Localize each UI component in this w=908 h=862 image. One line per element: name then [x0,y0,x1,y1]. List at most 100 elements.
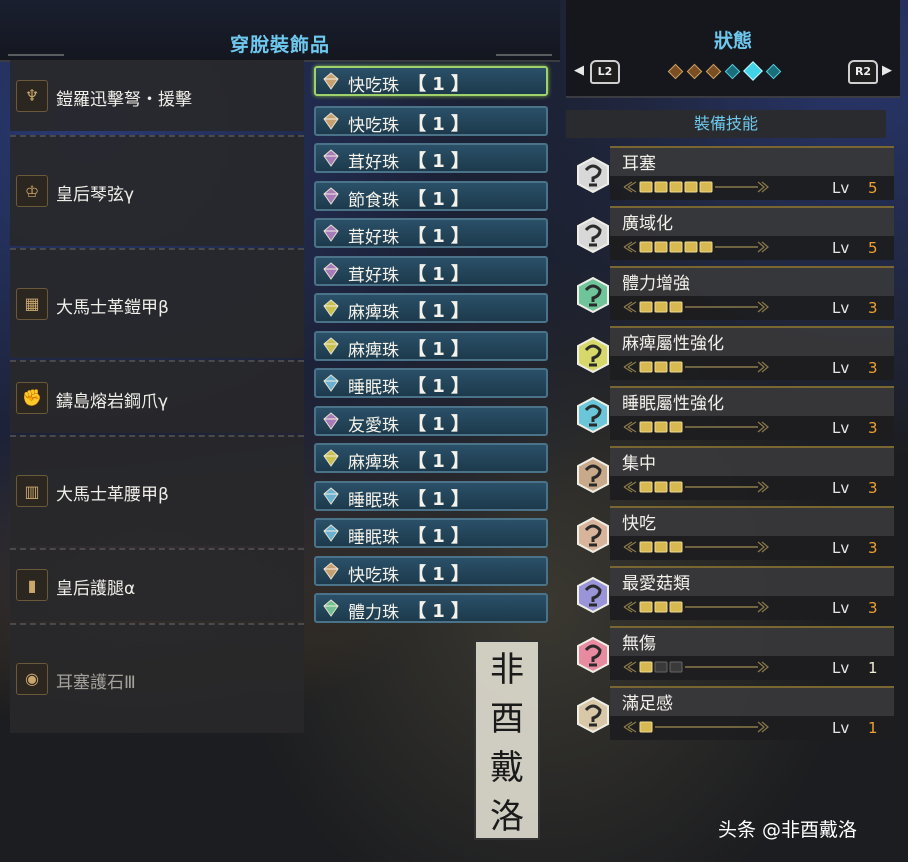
decoration-slot[interactable]: 快吃珠【 1 】 [314,105,548,136]
skill-gem-icon [577,456,609,494]
skill-level-pip [654,421,668,433]
decoration-slot[interactable]: 茸好珠【 1 】 [314,255,548,286]
decoration-slot[interactable]: 快吃珠【 1 】 [314,555,548,586]
page-dot[interactable] [686,63,703,79]
r2-button[interactable]: R2 [848,60,878,84]
skill-level-pip [639,181,653,193]
skill-row[interactable]: 最愛菇類 Lv 3 [570,566,894,622]
equipment-row[interactable]: ▥ 大馬士革腰甲β [10,435,304,546]
equipment-name: 皇后琴弦γ [56,185,135,206]
skill-level-value: 1 [868,659,878,677]
skill-row[interactable]: 無傷 Lv 1 [570,626,894,682]
skill-level-value: 3 [868,359,878,377]
skill-level-label: Lv [832,539,850,557]
skill-level-gauge [623,721,769,733]
equipped-skills-header: 裝備技能 [566,110,886,138]
decoration-slot[interactable]: 節食珠【 1 】 [314,180,548,211]
skill-level-pip [699,181,713,193]
equipment-row[interactable]: ◉ 耳塞護石Ⅲ [10,622,304,733]
skill-level-gauge [623,481,769,493]
equipment-row[interactable]: ♆ 鎧羅迅擊弩・援擊 [10,60,304,131]
decoration-slot[interactable]: 茸好珠【 1 】 [314,218,548,248]
decoration-slot[interactable]: 茸好珠【 1 】 [314,143,548,173]
skill-row[interactable]: 睡眠屬性強化 Lv 3 [570,386,894,442]
bowgun-icon: ♆ [16,79,48,112]
skill-row[interactable]: 快吃 Lv 3 [570,506,894,562]
equipment-row[interactable]: ▦ 大馬士革鎧甲β [10,247,304,358]
page-dot[interactable] [743,61,763,81]
decoration-name: 麻痺珠 [348,453,399,473]
decoration-slot-level: 【 1 】 [408,376,470,397]
skill-level-value: 3 [868,479,878,497]
decoration-slot[interactable]: 睡眠珠【 1 】 [314,480,548,511]
skill-row[interactable]: 麻痺屬性強化 Lv 3 [570,326,894,382]
prev-page-arrow-icon[interactable]: ◀ [574,63,584,78]
equipment-name: 鑄島熔岩鋼爪γ [56,391,169,412]
skill-level-pip [669,421,683,433]
decoration-gem-icon [323,224,339,242]
skill-level-pip [639,361,653,373]
skill-level-gauge [623,421,769,433]
equipment-row[interactable]: ✊ 鑄島熔岩鋼爪γ [10,360,304,433]
decoration-slot-level: 【 1 】 [408,526,470,547]
decoration-name: 友愛珠 [348,415,399,436]
skill-row[interactable]: 體力增強 Lv 3 [570,266,894,322]
skill-level-value: 3 [868,539,878,557]
skill-row[interactable]: 耳塞 Lv 5 [570,146,894,202]
skill-name: 最愛菇類 [622,574,690,594]
watermark-char: 非 [490,650,524,690]
skill-level-gauge [623,301,769,313]
decoration-slot[interactable]: 睡眠珠【 1 】 [314,518,548,548]
skill-level-label: Lv [832,659,850,677]
skill-level-pip [654,601,668,613]
skill-level-pip [669,181,683,193]
skill-level-pip [684,241,698,253]
decoration-gem-icon [323,411,339,430]
decoration-slot[interactable]: 快吃珠【 1 】 [314,66,548,96]
skill-level-value: 3 [868,599,878,617]
skill-row[interactable]: 廣域化 Lv 5 [570,206,894,262]
skill-name: 滿足感 [622,694,673,714]
decoration-slot[interactable]: 體力珠【 1 】 [314,593,548,623]
skill-level-pip [669,361,683,373]
status-header: 狀態 ◀ L2 R2 ▶ [566,0,900,98]
decoration-slot[interactable]: 睡眠珠【 1 】 [314,368,548,398]
decoration-slot-level: 【 1 】 [408,226,470,247]
decoration-gem-icon [323,599,339,617]
next-page-arrow-icon[interactable]: ▶ [882,63,892,78]
skill-level-pip [639,721,653,733]
skill-level-pip [654,481,668,493]
l2-button[interactable]: L2 [590,60,620,84]
decoration-slot-level: 【 1 】 [408,151,470,172]
skill-row[interactable]: 集中 Lv 3 [570,446,894,502]
skill-name: 睡眠屬性強化 [622,394,724,414]
decoration-slot-level: 【 1 】 [408,188,470,210]
decoration-name: 體力珠 [348,603,399,623]
watermark-char: 戴 [490,748,524,788]
equipment-name: 大馬士革腰甲β [56,485,169,506]
skill-gem-icon [577,336,609,374]
decoration-gem-icon [323,524,339,542]
page-dot[interactable] [765,63,782,79]
decoration-gem-icon [323,186,339,205]
decoration-name: 快吃珠 [348,565,399,586]
decoration-gem-icon [323,561,339,580]
skill-level-pip [639,601,653,613]
page-dot[interactable] [705,63,722,79]
status-panel: 狀態 ◀ L2 R2 ▶ 裝備技能 耳塞 Lv 5 廣域化 Lv 5 體力增強 Lv 3 麻痺屬性… [566,0,908,862]
decoration-name: 麻痺珠 [348,340,399,361]
skill-row[interactable]: 滿足感 Lv 1 [570,686,894,742]
decoration-name: 茸好珠 [348,153,399,173]
page-dot[interactable] [724,63,741,79]
skill-level-pip [699,241,713,253]
equipment-row[interactable]: ♔ 皇后琴弦γ [10,135,304,246]
decoration-slot[interactable]: 麻痺珠【 1 】 [314,443,548,473]
decoration-slot[interactable]: 友愛珠【 1 】 [314,405,548,436]
skill-level-label: Lv [832,179,850,197]
decoration-slot[interactable]: 麻痺珠【 1 】 [314,293,548,323]
decoration-gem-icon [323,486,339,505]
page-dot[interactable] [667,63,684,79]
equipment-row[interactable]: ▮ 皇后護腿α [10,547,304,621]
decoration-slot[interactable]: 麻痺珠【 1 】 [314,330,548,361]
skill-level-value: 3 [868,299,878,317]
